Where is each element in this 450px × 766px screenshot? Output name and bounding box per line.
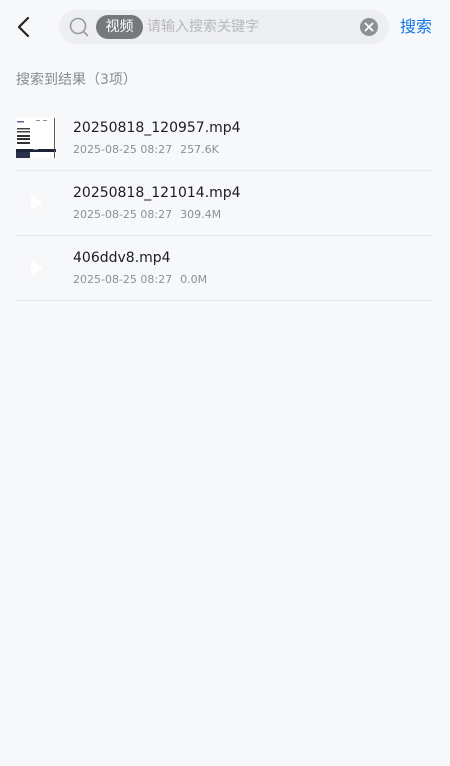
back-button[interactable] <box>12 14 38 40</box>
file-name: 406ddv8.mp4 <box>73 250 171 266</box>
file-name: 20250818_120957.mp4 <box>73 120 241 136</box>
search-icon <box>69 17 89 37</box>
file-size: 0.0M <box>180 273 208 286</box>
file-meta: 2025-08-25 08:27 257.6K <box>73 142 219 158</box>
search-button[interactable]: 搜索 <box>400 16 436 38</box>
list-item[interactable]: 20250818_121014.mp4 2025-08-25 08:27 309.… <box>16 171 432 236</box>
file-meta: 2025-08-25 08:27 0.0M <box>73 272 207 288</box>
result-list: 20250818_120957.mp4 2025-08-25 08:27 257.… <box>16 106 432 301</box>
play-icon <box>31 195 43 211</box>
file-date: 2025-08-25 08:27 <box>73 143 173 156</box>
file-size: 309.4M <box>180 208 222 221</box>
file-date: 2025-08-25 08:27 <box>73 208 173 221</box>
search-box[interactable]: 视频 <box>59 10 389 44</box>
file-meta: 2025-08-25 08:27 309.4M <box>73 207 221 223</box>
result-count-label: 搜索到结果（3项） <box>16 72 137 88</box>
file-date: 2025-08-25 08:27 <box>73 273 173 286</box>
list-item[interactable]: 406ddv8.mp4 2025-08-25 08:27 0.0M <box>16 236 432 301</box>
file-size: 257.6K <box>180 143 219 156</box>
search-top-bar: 视频 搜索 <box>0 0 450 54</box>
search-results-page: 视频 搜索 搜索到结果（3项） <box>0 0 450 766</box>
video-thumbnail <box>16 183 56 223</box>
video-filter-tag[interactable]: 视频 <box>96 15 143 39</box>
play-icon <box>31 260 43 276</box>
file-name: 20250818_121014.mp4 <box>73 185 241 201</box>
list-item[interactable]: 20250818_120957.mp4 2025-08-25 08:27 257.… <box>16 106 432 171</box>
clear-circle-icon[interactable] <box>359 17 379 37</box>
search-input[interactable] <box>147 14 347 40</box>
chevron-left-icon <box>17 16 30 38</box>
video-thumbnail <box>16 248 56 288</box>
video-screenshot-thumbnail <box>16 118 56 158</box>
